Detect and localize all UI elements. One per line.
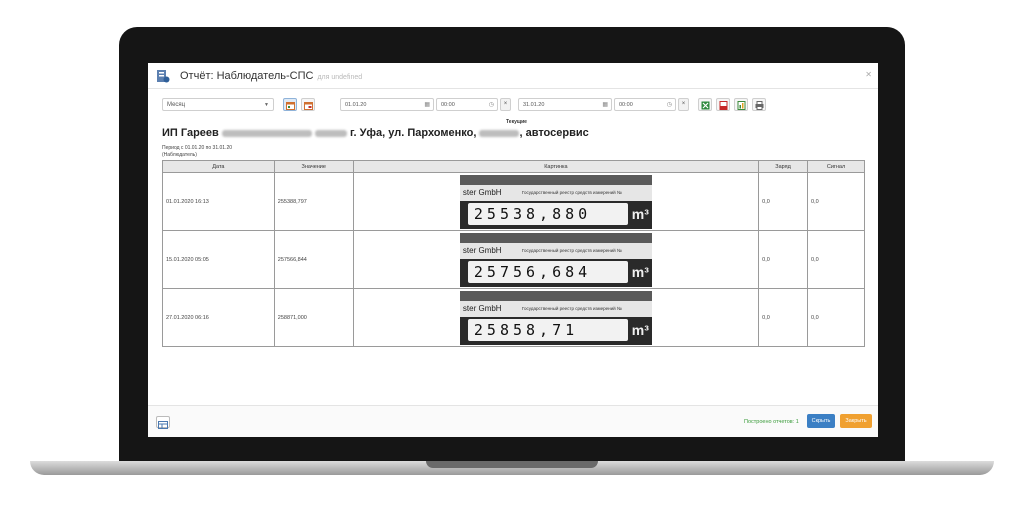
print-button[interactable]	[752, 98, 766, 111]
period-select[interactable]: Месяц ▼	[162, 98, 274, 111]
cell-signal: 0,0	[807, 288, 865, 347]
cell-date: 27.01.2020 06:16	[162, 288, 275, 347]
laptop-notch	[426, 461, 598, 468]
meter-photo[interactable]: ster GmbH Государственный реестр средств…	[459, 174, 652, 229]
start-time-input[interactable]: 00:00 ◷	[436, 98, 498, 111]
calendar-icon: ▦	[424, 102, 430, 108]
hide-button[interactable]: Скрыть	[807, 414, 835, 428]
chart-export-button[interactable]	[734, 98, 748, 111]
column-header-date: Дата	[162, 160, 275, 173]
meter-desc: Государственный реестр средств измерений…	[521, 189, 622, 195]
heading-prefix: ИП Гареев	[162, 127, 219, 139]
table-row: 01.01.2020 16:13 255388,797 ster GmbH Го…	[162, 172, 865, 231]
cell-charge: 0,0	[758, 288, 809, 347]
layout-button[interactable]	[156, 416, 170, 429]
pdf-export-button[interactable]	[716, 98, 730, 111]
meter-top	[459, 174, 652, 185]
window-title: Отчёт: Наблюдатель-СПС для undefined	[180, 70, 362, 82]
column-header-value: Значение	[273, 160, 354, 173]
start-date-input[interactable]: 01.01.20 ▦	[340, 98, 434, 111]
meter-unit: m³	[631, 263, 649, 280]
period-select-value: Месяц	[167, 102, 186, 108]
cell-signal: 0,0	[807, 230, 865, 289]
meter-top	[459, 232, 652, 243]
calendar-range-icon	[304, 102, 313, 110]
report-icon	[157, 70, 170, 83]
meter-unit: m³	[631, 321, 649, 338]
end-date-input[interactable]: 31.01.20 ▦	[518, 98, 612, 111]
reports-built-status: Построено отчетов: 1	[744, 419, 799, 425]
close-button[interactable]: Закрыть	[840, 414, 872, 428]
column-header-image: Картинка	[352, 160, 760, 173]
redacted-text	[314, 129, 347, 137]
start-time-value: 00:00	[441, 102, 455, 108]
heading-city: г. Уфа, ул. Пархоменко,	[349, 127, 477, 139]
meter-photo[interactable]: ster GmbH Государственный реестр средств…	[459, 290, 652, 345]
meter-digits: 25756,684	[473, 262, 592, 281]
meter-desc: Государственный реестр средств измерений…	[521, 247, 622, 253]
meter-brand: ster GmbH	[462, 303, 502, 313]
report-period: Период с 01.01.20 по 31.01.20	[162, 145, 233, 151]
cell-image: ster GmbH Государственный реестр средств…	[352, 230, 760, 289]
meter-brand: ster GmbH	[462, 187, 502, 197]
meter-digits: 25538,880	[473, 204, 592, 223]
table-row: 27.01.2020 06:16 258871,000 ster GmbH Го…	[162, 288, 865, 347]
report-observer: (Наблюдатель)	[162, 152, 197, 158]
print-icon	[755, 101, 764, 110]
cell-charge: 0,0	[758, 172, 809, 231]
redacted-text	[221, 129, 312, 137]
table-row: 15.01.2020 05:05 257566,844 ster GmbH Го…	[162, 230, 865, 289]
cell-value: 258871,000	[273, 288, 354, 347]
redacted-text	[479, 129, 520, 137]
table-header-row: Дата Значение Картинка Заряд Сигнал	[162, 160, 865, 173]
calendar-range-button[interactable]	[301, 98, 315, 111]
clock-icon: ◷	[666, 102, 672, 108]
report-window: Отчёт: Наблюдатель-СПС для undefined ✕ Ме…	[148, 63, 878, 437]
calendar-icon: ▦	[602, 102, 608, 108]
excel-export-button[interactable]	[698, 98, 712, 111]
window-titlebar: Отчёт: Наблюдатель-СПС для undefined ✕	[148, 63, 878, 89]
cell-signal: 0,0	[807, 172, 865, 231]
column-header-charge: Заряд	[758, 160, 809, 173]
layout-icon	[158, 421, 168, 429]
end-time-input[interactable]: 00:00 ◷	[614, 98, 676, 111]
meter-digits: 25858,71	[473, 320, 579, 339]
chart-icon	[737, 101, 746, 110]
label-current: Текущие	[506, 119, 527, 125]
cell-image: ster GmbH Государственный реестр средств…	[352, 288, 760, 347]
meter-brand: ster GmbH	[462, 245, 502, 255]
window-title-text: Отчёт: Наблюдатель-СПС	[180, 70, 314, 82]
cell-value: 257566,844	[273, 230, 354, 289]
clear-end-button[interactable]: ×	[678, 98, 689, 111]
report-table: Дата Значение Картинка Заряд Сигнал 01.0…	[162, 160, 865, 347]
cell-value: 255388,797	[273, 172, 354, 231]
end-time-value: 00:00	[619, 102, 633, 108]
toolbar: Месяц ▼ 01.01.20 ▦ 00:00 ◷ × 31.01.20 ▦ …	[162, 98, 772, 112]
meter-unit: m³	[631, 205, 649, 222]
heading-suffix: , автосервис	[519, 127, 589, 139]
clock-icon: ◷	[488, 102, 494, 108]
report-heading: ИП Гареев г. Уфа, ул. Пархоменко, , авто…	[162, 127, 589, 139]
window-subtitle: для undefined	[317, 74, 363, 81]
meter-top	[459, 290, 652, 301]
cell-date: 01.01.2020 16:13	[162, 172, 275, 231]
end-date-value: 31.01.20	[523, 102, 545, 108]
cell-date: 15.01.2020 05:05	[162, 230, 275, 289]
clear-start-button[interactable]: ×	[500, 98, 511, 111]
start-date-value: 01.01.20	[345, 102, 367, 108]
window-footer: Построено отчетов: 1 Скрыть Закрыть	[148, 405, 878, 437]
chevron-down-icon: ▼	[264, 102, 269, 108]
calendar-icon	[286, 102, 295, 110]
column-header-signal: Сигнал	[807, 160, 865, 173]
calendar-button[interactable]	[283, 98, 297, 111]
cell-charge: 0,0	[758, 230, 809, 289]
cell-image: ster GmbH Государственный реестр средств…	[352, 172, 760, 231]
close-icon[interactable]: ✕	[865, 70, 872, 79]
meter-desc: Государственный реестр средств измерений…	[521, 305, 622, 311]
pdf-icon	[719, 101, 728, 110]
excel-icon	[701, 101, 710, 110]
meter-photo[interactable]: ster GmbH Государственный реестр средств…	[459, 232, 652, 287]
